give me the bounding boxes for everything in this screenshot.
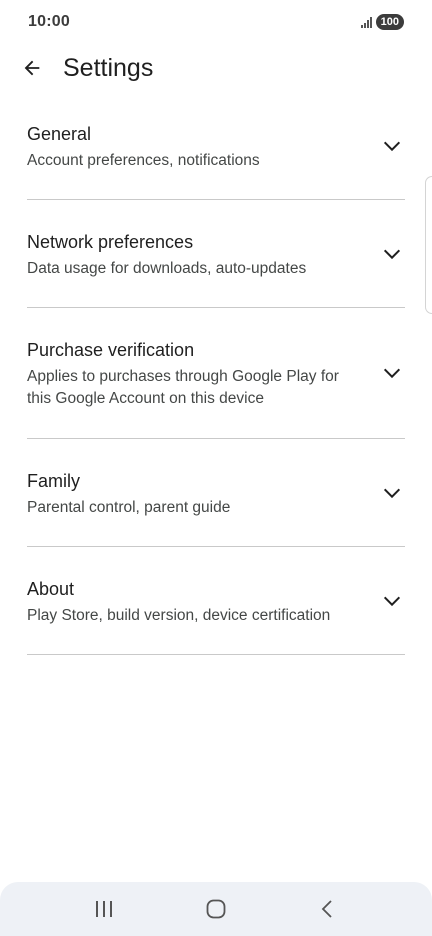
item-title: Purchase verification [27, 340, 195, 360]
nav-back-icon [321, 900, 332, 918]
item-text: About Play Store, build version, device … [27, 577, 405, 627]
item-title: General [27, 124, 92, 144]
nav-back-button[interactable] [306, 887, 350, 931]
signal-icon [360, 16, 372, 28]
chevron-down-icon[interactable] [381, 362, 403, 384]
status-time: 10:00 [28, 13, 70, 30]
item-subtitle: Play Store, build version, device certif… [27, 607, 331, 624]
settings-item-network-preferences[interactable]: Network preferences Data usage for downl… [27, 200, 405, 308]
status-bar: 10:00 100 [0, 0, 432, 46]
item-text: General Account preferences, notificatio… [27, 122, 405, 172]
arrow-back-icon [24, 60, 40, 76]
settings-item-family[interactable]: Family Parental control, parent guide [27, 439, 405, 547]
battery-badge: 100 [375, 14, 404, 30]
chevron-down-icon[interactable] [381, 243, 403, 265]
back-button[interactable] [16, 52, 48, 84]
settings-item-purchase-verification[interactable]: Purchase verification Applies to purchas… [27, 308, 405, 439]
settings-item-general[interactable]: General Account preferences, notificatio… [27, 108, 405, 200]
recents-button[interactable] [82, 887, 126, 931]
item-subtitle: Data usage for downloads, auto-updates [27, 260, 307, 277]
page-title: Settings [63, 54, 154, 82]
home-button[interactable] [194, 887, 238, 931]
item-title: Network preferences [27, 232, 194, 252]
edge-panel-handle[interactable] [425, 176, 432, 314]
chevron-down-icon[interactable] [381, 482, 403, 504]
settings-item-about[interactable]: About Play Store, build version, device … [27, 547, 405, 655]
item-text: Network preferences Data usage for downl… [27, 230, 405, 280]
item-title: About [27, 579, 75, 599]
chevron-down-icon[interactable] [381, 135, 403, 157]
settings-screen: 10:00 100 Settings General Account prefe… [0, 0, 432, 936]
app-header: Settings [0, 48, 432, 90]
item-text: Purchase verification Applies to purchas… [27, 338, 405, 410]
item-subtitle: Account preferences, notifications [27, 152, 260, 169]
item-title: Family [27, 471, 80, 491]
recents-icon [96, 901, 112, 917]
settings-list: General Account preferences, notificatio… [0, 108, 432, 655]
item-text: Family Parental control, parent guide [27, 469, 405, 519]
system-nav-bar [0, 882, 432, 936]
item-subtitle: Applies to purchases through Google Play… [27, 368, 339, 407]
home-icon [206, 899, 226, 919]
chevron-down-icon[interactable] [381, 590, 403, 612]
item-subtitle: Parental control, parent guide [27, 499, 231, 516]
status-indicators: 100 [360, 14, 404, 30]
